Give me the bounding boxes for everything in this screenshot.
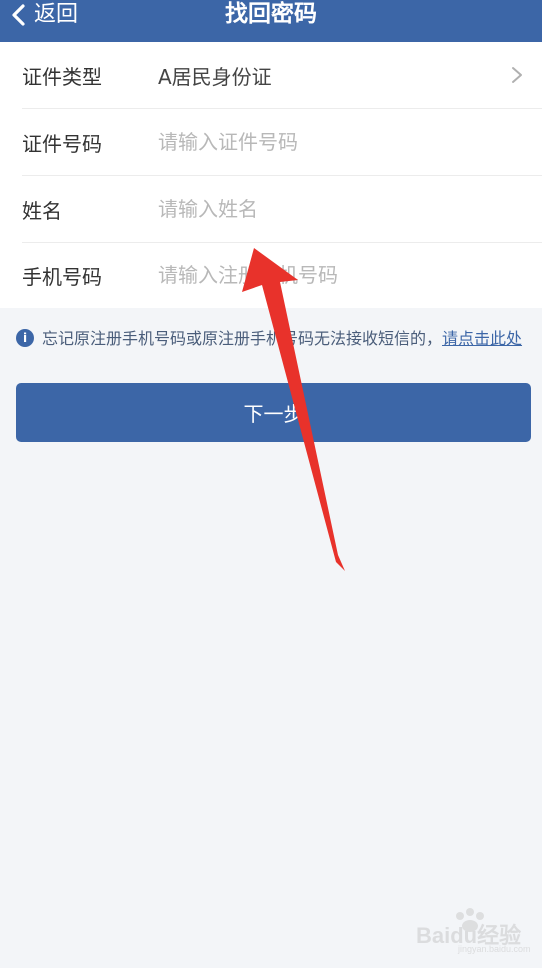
- phone-label: 手机号码: [22, 264, 102, 289]
- phone-row: 手机号码: [22, 242, 542, 308]
- id-number-input[interactable]: [158, 130, 542, 154]
- next-step-label: 下一步: [243, 402, 304, 426]
- chevron-right-icon: [512, 67, 522, 83]
- baidu-jingyan-watermark: Baidu经验 jingyan.baidu.com: [412, 906, 537, 960]
- notice-text: 忘记原注册手机号码或原注册手机号码无法接收短信的，: [42, 329, 443, 348]
- phone-input[interactable]: [158, 263, 542, 287]
- name-input[interactable]: [158, 197, 542, 221]
- info-icon: i: [16, 329, 34, 347]
- name-label: 姓名: [22, 198, 62, 223]
- next-step-button[interactable]: 下一步: [16, 383, 531, 442]
- password-recovery-form: 证件类型 A居民身份证 证件号码 姓名 手机号码: [0, 42, 542, 308]
- header-bar: 返回 找回密码: [0, 0, 542, 42]
- name-row: 姓名: [22, 176, 542, 243]
- click-here-link[interactable]: 请点击此处: [442, 329, 522, 348]
- watermark-domain: jingyan.baidu.com: [458, 944, 531, 954]
- id-type-row[interactable]: 证件类型 A居民身份证: [22, 42, 542, 109]
- id-number-label: 证件号码: [22, 131, 102, 156]
- page-title: 找回密码: [225, 1, 317, 27]
- notice: i 忘记原注册手机号码或原注册手机号码无法接收短信的，请点击此处: [16, 328, 528, 349]
- id-type-label: 证件类型: [22, 64, 102, 89]
- id-number-row: 证件号码: [22, 109, 542, 176]
- id-type-value: A居民身份证: [158, 64, 272, 89]
